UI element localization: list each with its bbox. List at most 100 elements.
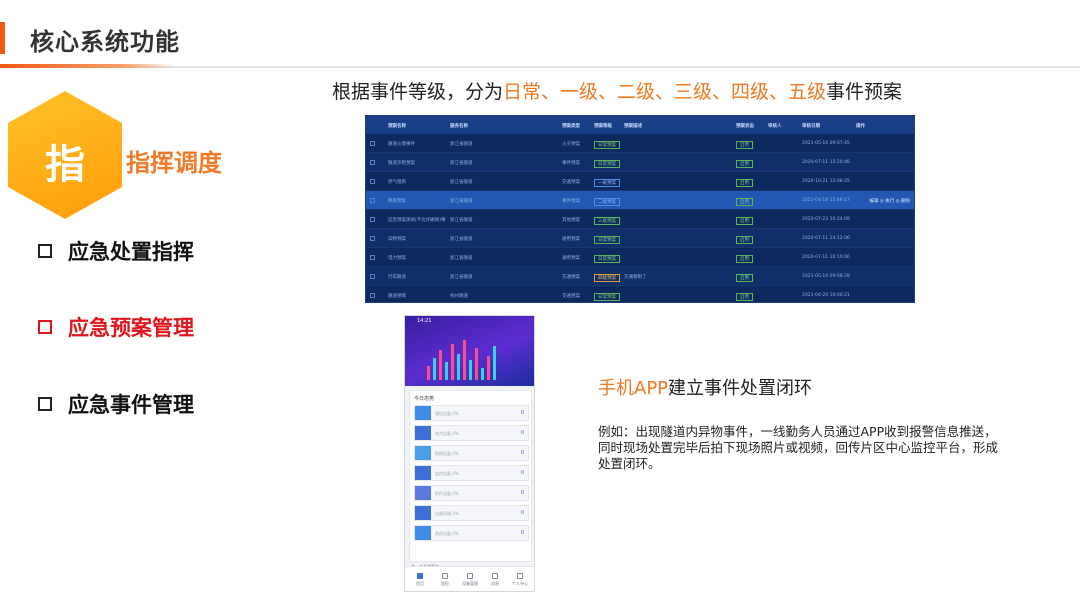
list-item[interactable]: 其他设备 0% 0 — [414, 525, 529, 541]
item-value: 0 — [520, 530, 524, 536]
cell-type: 其他预案 — [562, 218, 580, 223]
home-icon — [417, 573, 423, 579]
row-checkbox[interactable] — [370, 293, 375, 298]
phone-status-card: 今日态势 通信设备 0% 0 电力设备 0% 0 网络设备 0% 0 监控设备 0% 0 附件设… — [409, 390, 532, 562]
cell-service: 浙江省隧道 — [450, 256, 473, 261]
cell-name: 隧道保障 — [388, 294, 406, 299]
menu-item-emergency-command[interactable]: 应急处置指挥 — [38, 236, 194, 266]
row-checkbox[interactable] — [370, 160, 375, 165]
cell-date: 2020-07-11 10:10:06 — [802, 255, 850, 260]
item-label: 附件设备 0% — [435, 491, 459, 496]
cell-type: 交通预案 — [562, 275, 580, 280]
cell-status-badge: 启用 — [736, 179, 753, 187]
table-row[interactable]: 停气阻断 浙江省隧道 交通预案 一级预案 启用 2020-10-21 12:08:25 — [366, 172, 914, 191]
table-row[interactable]: 隧道涉稳预案 浙江省隧道 事件预案 日常预案 启用 2020-07-11 15:20:46 — [366, 153, 914, 172]
menu-item-label: 应急事件管理 — [68, 393, 194, 417]
app-title: 手机APP建立事件处置闭环 — [598, 374, 812, 400]
menu-item-emergency-plan[interactable]: 应急预案管理 — [38, 312, 194, 342]
message-icon — [492, 573, 498, 579]
cell-date: 2020-10-21 12:08:25 — [802, 179, 850, 184]
cell-type: 事件预案 — [562, 199, 580, 204]
row-checkbox[interactable] — [370, 198, 375, 203]
row-checkbox[interactable] — [370, 274, 375, 279]
phone-tabbar: 首页 巡检 设备管理 消息 个人中心 — [405, 566, 534, 591]
list-item[interactable]: 电力设备 0% 0 — [414, 425, 529, 441]
cell-level-badge: 日常预案 — [594, 236, 620, 244]
cell-level-badge: 三级预案 — [594, 217, 620, 225]
cell-status-badge: 启用 — [736, 236, 753, 244]
app-title-highlight: 手机APP — [598, 378, 669, 399]
list-item[interactable]: 设备设施 0% 0 — [414, 505, 529, 521]
cell-type: 火灾预案 — [562, 142, 580, 147]
page-title: 核心系统功能 — [30, 28, 180, 56]
profile-icon — [517, 573, 523, 579]
tab-inspection[interactable]: 巡检 — [436, 573, 454, 587]
app-title-rest: 建立事件处置闭环 — [668, 378, 813, 399]
item-label: 通信设备 0% — [435, 411, 459, 416]
list-item[interactable]: 通信设备 0% 0 — [414, 405, 529, 421]
col-header: 预案类型 — [562, 124, 580, 129]
phone-banner: 14:21 — [405, 316, 534, 386]
item-value: 0 — [520, 470, 524, 476]
cell-service: 浙江省隧道 — [450, 161, 473, 166]
tab-device[interactable]: 设备管理 — [461, 573, 479, 587]
cell-date: 2020-07-23 10:24:09 — [802, 217, 850, 222]
col-header: 预案名称 — [388, 124, 406, 129]
item-value: 0 — [520, 410, 524, 416]
header-accent-bar — [0, 22, 5, 54]
phone-time: 14:21 — [417, 318, 432, 324]
list-item[interactable]: 附件设备 0% 0 — [414, 485, 529, 501]
row-checkbox[interactable] — [370, 236, 375, 241]
list-item[interactable]: 网络设备 0% 0 — [414, 445, 529, 461]
table-row[interactable]: 电力预案 浙江省隧道 通用预案 日常预案 启用 2020-07-11 10:10:06 — [366, 248, 914, 267]
table-row[interactable]: 行车隧道 浙江省隧道 交通预案 四级预案 交通管制了 启用 2021-05-16 09:08… — [366, 267, 914, 286]
cell-service: 浙江省隧道 — [450, 237, 473, 242]
row-actions[interactable]: 编辑 ◎ 执行 ◎ 删除 — [869, 198, 910, 204]
checkbox-icon — [38, 397, 52, 411]
cell-type: 交通预案 — [562, 180, 580, 185]
item-label: 监控设备 0% — [435, 471, 459, 476]
cell-date: 2021-04-20 10:00:21 — [802, 293, 850, 298]
cell-date: 2021-05-16 09:07:45 — [802, 141, 850, 146]
phone-app-screenshot: 14:21 今日态势 通信设备 0% 0 电力设备 0% 0 网络设备 0% 0 监控设备 … — [404, 315, 535, 592]
table-row[interactable]: 隧道保障 杭州隧道 交通预案 日常预案 启用 2021-04-20 10:00:21 — [366, 286, 914, 302]
row-checkbox[interactable] — [370, 217, 375, 222]
row-checkbox[interactable] — [370, 179, 375, 184]
device-icon — [415, 506, 431, 520]
device-icon — [415, 446, 431, 460]
cell-service: 浙江省隧道 — [450, 218, 473, 223]
device-icon — [415, 406, 431, 420]
tab-home[interactable]: 首页 — [411, 573, 429, 587]
col-header: 服务名称 — [450, 124, 468, 129]
row-checkbox[interactable] — [370, 255, 375, 260]
table-row[interactable]: 应急预案测试(不允许删除)事件 浙江省隧道 其他预案 三级预案 启用 2020-07-23… — [366, 210, 914, 229]
cell-status-badge: 启用 — [736, 217, 753, 225]
card-title: 今日态势 — [414, 396, 435, 402]
tab-message[interactable]: 消息 — [486, 573, 504, 587]
col-header: 审核人 — [768, 124, 782, 129]
menu-item-emergency-event[interactable]: 应急事件管理 — [38, 389, 194, 419]
cell-status-badge: 启用 — [736, 255, 753, 263]
item-label: 网络设备 0% — [435, 451, 459, 456]
device-icon — [415, 486, 431, 500]
table-row[interactable]: 降雨预案 浙江省隧道 事件预案 二级预案 启用 2021-04-19 15:46:17 编辑… — [366, 191, 914, 210]
row-checkbox[interactable] — [370, 141, 375, 146]
cell-name: 降雨预案 — [388, 199, 406, 204]
cell-level-badge: 四级预案 — [594, 274, 620, 282]
tab-profile[interactable]: 个人中心 — [511, 573, 529, 587]
cell-desc: 交通管制了 — [624, 275, 647, 280]
cell-level-badge: 日常预案 — [594, 160, 620, 168]
cell-name: 隧道涉稳预案 — [388, 161, 415, 166]
item-label: 电力设备 0% — [435, 431, 459, 436]
table-row[interactable]: 异物预案 浙江省隧道 通用预案 日常预案 启用 2020-07-11 14:12:06 — [366, 229, 914, 248]
cell-name: 停气阻断 — [388, 180, 406, 185]
item-value: 0 — [520, 430, 524, 436]
item-value: 0 — [520, 490, 524, 496]
cell-status-badge: 启用 — [736, 160, 753, 168]
item-value: 0 — [520, 450, 524, 456]
item-label: 设备设施 0% — [435, 511, 459, 516]
table-row[interactable]: 隧道火情事件 浙江省隧道 火灾预案 日常预案 启用 2021-05-16 09:07:45 — [366, 134, 914, 153]
list-item[interactable]: 监控设备 0% 0 — [414, 465, 529, 481]
badge-char: 指 — [45, 142, 85, 188]
cell-service: 浙江省隧道 — [450, 180, 473, 185]
